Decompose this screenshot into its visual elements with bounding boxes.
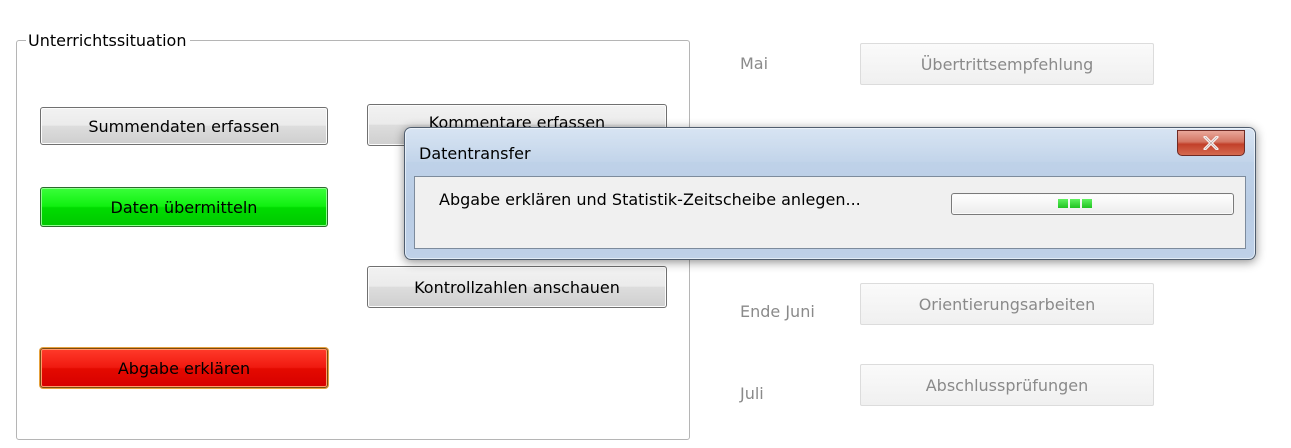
dialog-body: Abgabe erklären und Statistik-Zeitscheib… [414,176,1246,249]
datentransfer-dialog: Datentransfer Abgabe erklären und Statis… [404,127,1256,260]
progress-block [1058,199,1068,208]
daten-uebermitteln-button[interactable]: Daten übermitteln [40,187,328,227]
progress-block [1082,199,1092,208]
timeline-label-mai: Mai [740,54,769,73]
dialog-close-button[interactable] [1177,130,1245,156]
dialog-titlebar [405,128,1255,162]
uebertrittsempfehlung-button[interactable]: Übertrittsempfehlung [860,43,1154,85]
abgabe-erklaeren-button[interactable]: Abgabe erklären [40,348,328,388]
kontrollzahlen-anschauen-button[interactable]: Kontrollzahlen anschauen [367,266,667,308]
timeline-label-juli: Juli [740,384,764,403]
groupbox-title: Unterrichtssituation [26,31,191,51]
abschlusspruefungen-button[interactable]: Abschlussprüfungen [860,364,1154,406]
progress-bar [951,193,1234,215]
dialog-title: Datentransfer [419,144,531,163]
close-icon [1203,136,1219,150]
summendaten-erfassen-button[interactable]: Summendaten erfassen [40,107,328,145]
dialog-message: Abgabe erklären und Statistik-Zeitscheib… [439,190,861,209]
timeline-label-ende-juni: Ende Juni [740,302,815,321]
orientierungsarbeiten-button[interactable]: Orientierungsarbeiten [860,283,1154,325]
progress-marquee [1058,199,1092,208]
progress-block [1070,199,1080,208]
